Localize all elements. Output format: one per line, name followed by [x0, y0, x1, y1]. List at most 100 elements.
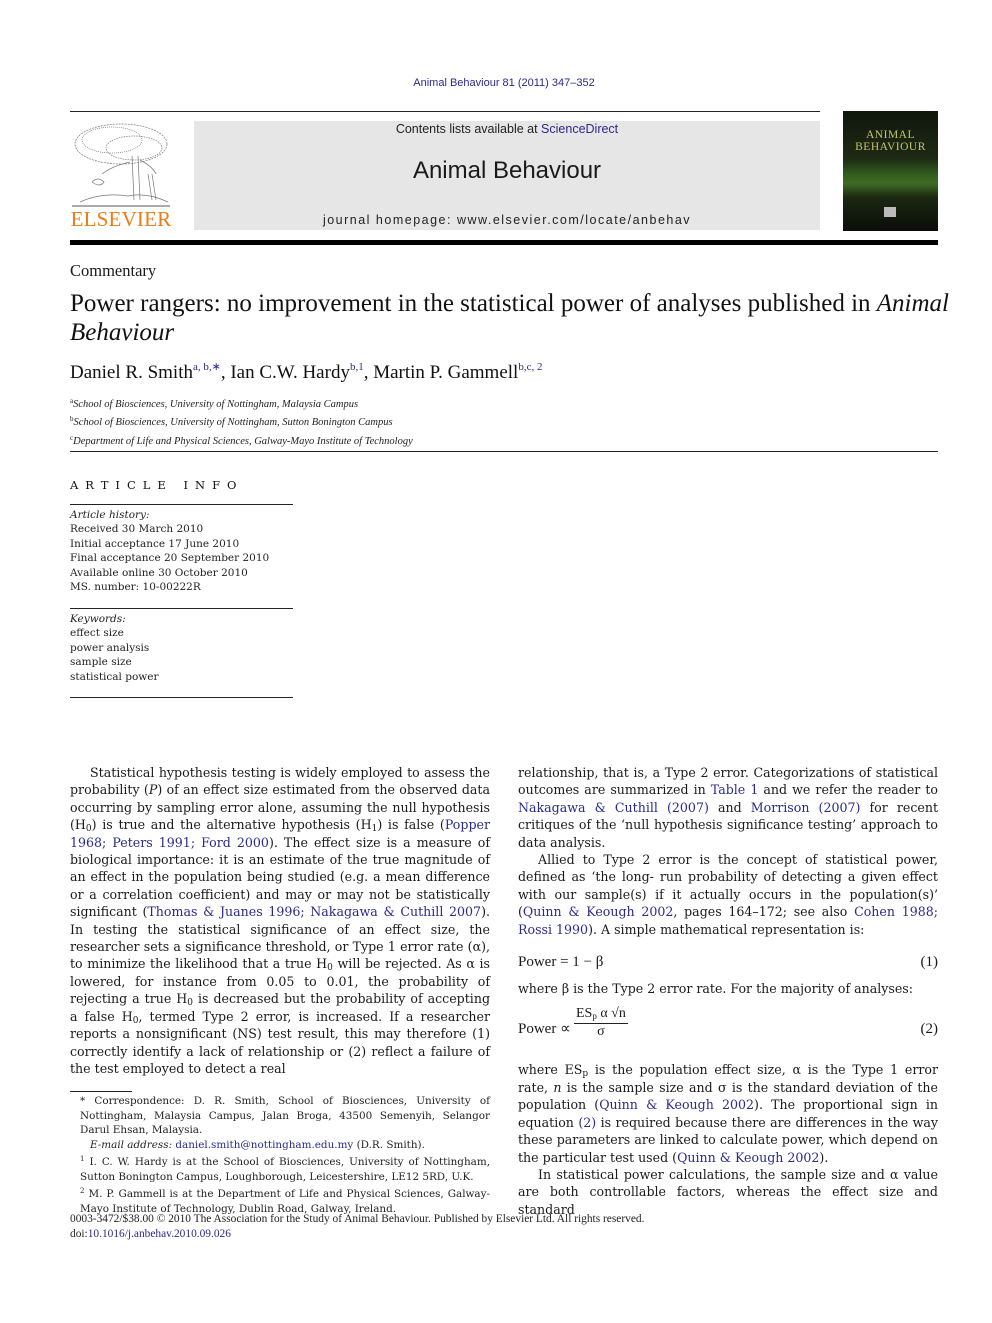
doi-label: doi:: [70, 1228, 88, 1240]
reference-link[interactable]: Morrison (2007): [751, 800, 861, 815]
equation-2: Power ∝ ESp α √n σ (2): [518, 1005, 938, 1061]
text: ) is false (: [377, 817, 445, 833]
text: ). A simple mathematical representation …: [588, 921, 865, 937]
footnote-mark: 2: [80, 1187, 85, 1195]
header-rule: [70, 111, 820, 112]
history-item: Available online 30 October 2010: [70, 566, 248, 579]
text: and we refer the reader to: [758, 782, 938, 798]
sciencedirect-link[interactable]: ScienceDirect: [541, 122, 618, 136]
copyright-footer: 0003-3472/$38.00 © 2010 The Association …: [70, 1212, 644, 1242]
author-affil-link[interactable]: b,1: [350, 361, 364, 373]
email-link[interactable]: daniel.smith@nottingham.edu.my: [175, 1139, 353, 1151]
article-info-rule: [70, 504, 293, 505]
affiliation-list: aSchool of Biosciences, University of No…: [70, 394, 413, 449]
keyword-item: statistical power: [70, 670, 159, 683]
body-paragraph: Statistical hypothesis testing is widely…: [70, 764, 490, 1077]
equation-number: (1): [920, 954, 939, 971]
elsevier-logo[interactable]: ELSEVIER: [70, 120, 172, 232]
article-info-rule: [70, 697, 293, 698]
cover-publisher-mark-icon: [884, 207, 896, 217]
text: , pages 164–172; see also: [673, 904, 855, 920]
body-paragraph: In statistical power calculations, the s…: [518, 1166, 938, 1217]
author-affil-link[interactable]: b,c, 2: [518, 361, 542, 373]
affiliation-text: School of Biosciences, University of Not…: [73, 417, 393, 429]
footnote-rule: [70, 1091, 132, 1092]
reference-link[interactable]: Quinn & Keough 2002: [523, 904, 673, 919]
section-divider: [70, 451, 938, 452]
cover-title-line2: BEHAVIOUR: [855, 141, 926, 153]
affiliation-item: cDepartment of Life and Physical Science…: [70, 431, 413, 449]
footnote-text: I. C. W. Hardy is at the School of Biosc…: [80, 1156, 491, 1183]
history-label: Article history:: [70, 509, 150, 521]
article-info-heading: ARTICLE INFO: [70, 478, 244, 492]
journal-homepage-link[interactable]: journal homepage: www.elsevier.com/locat…: [194, 213, 820, 227]
reference-link[interactable]: Quinn & Keough 2002: [677, 1150, 819, 1165]
doi-line: doi:10.1016/j.anbehav.2010.09.026: [70, 1227, 644, 1242]
body-paragraph: where ESp is the population effect size,…: [518, 1061, 938, 1165]
equation-fraction: ESp α √n σ: [574, 1005, 628, 1040]
text: ) is true and the alternative hypothesis…: [91, 817, 372, 833]
text: α √n: [596, 1006, 626, 1022]
equation-number: (2): [920, 1021, 939, 1038]
keyword-item: effect size: [70, 627, 124, 640]
equation-link[interactable]: (2): [578, 1115, 596, 1130]
author-sep: ,: [220, 362, 231, 383]
author-list: Daniel R. Smitha, b,∗, Ian C.W. Hardyb,1…: [70, 360, 542, 384]
keywords: Keywords: effect size power analysis sam…: [70, 612, 159, 684]
body-paragraph: Allied to Type 2 error is the concept of…: [518, 851, 938, 938]
header-thick-rule: [70, 240, 938, 245]
equation-body: Power = 1 − β: [518, 954, 604, 971]
affiliation-text: Department of Life and Physical Sciences…: [73, 435, 413, 447]
copyright-text: 0003-3472/$38.00 © 2010 The Association …: [70, 1213, 645, 1225]
affiliation-text: School of Biosciences, University of Not…: [73, 399, 359, 410]
author-affil-link[interactable]: a, b,∗: [193, 361, 221, 373]
tree-icon: [72, 123, 170, 207]
footnote-mark: 1: [80, 1155, 85, 1163]
keywords-label: Keywords:: [70, 613, 126, 625]
fraction-denominator: σ: [597, 1024, 605, 1040]
footnote-text: Correspondence: D. R. Smith, School of B…: [80, 1095, 490, 1136]
journal-banner: Contents lists available at ScienceDirec…: [194, 121, 820, 230]
text: ).: [819, 1149, 829, 1165]
journal-citation-link[interactable]: Animal Behaviour 81 (2011) 347–352: [0, 77, 992, 89]
equation-lhs: Power ∝: [518, 1021, 571, 1038]
email-suffix: (D.R. Smith).: [353, 1138, 425, 1151]
reference-link[interactable]: Thomas & Juanes 1996; Nakagawa & Cuthill…: [147, 904, 481, 919]
fraction-numerator: ESp α √n: [574, 1005, 628, 1025]
footnote-email: E-mail address: daniel.smith@nottingham.…: [70, 1138, 490, 1153]
author-name[interactable]: Daniel R. Smith: [70, 362, 193, 383]
body-left-column: Statistical hypothesis testing is widely…: [70, 764, 490, 1077]
keyword-item: sample size: [70, 656, 132, 669]
footnote-mark: *: [80, 1095, 86, 1107]
history-item: MS. number: 10-00222R: [70, 581, 201, 594]
cover-title-line1: ANIMAL: [866, 129, 915, 141]
footnote-1: 1 I. C. W. Hardy is at the School of Bio…: [70, 1152, 490, 1184]
author-name[interactable]: Ian C.W. Hardy: [230, 362, 350, 383]
affiliation-item: bSchool of Biosciences, University of No…: [70, 412, 413, 430]
author-name[interactable]: Martin P. Gammell: [373, 362, 518, 383]
keyword-item: power analysis: [70, 641, 150, 654]
journal-cover-image[interactable]: ANIMAL BEHAVIOUR: [843, 111, 938, 231]
article-title: Power rangers: no improvement in the sta…: [70, 289, 950, 347]
article-info-rule: [70, 608, 293, 609]
affiliation-item: aSchool of Biosciences, University of No…: [70, 394, 413, 412]
title-main: Power rangers: no improvement in the sta…: [70, 290, 877, 317]
article-history: Article history: Received 30 March 2010 …: [70, 508, 269, 594]
footnote-text: M. P. Gammell is at the Department of Li…: [80, 1188, 490, 1215]
text: where ES: [518, 1062, 583, 1078]
equation-1: Power = 1 − β (1): [518, 950, 938, 978]
cover-title: ANIMAL BEHAVIOUR: [843, 129, 938, 153]
doi-link[interactable]: 10.1016/j.anbehav.2010.09.026: [88, 1228, 231, 1240]
body-paragraph: where β is the Type 2 error rate. For th…: [518, 981, 914, 997]
history-item: Received 30 March 2010: [70, 523, 204, 536]
reference-link[interactable]: Quinn & Keough 2002: [599, 1097, 754, 1112]
body-right-column: Table 1relationship, that is, a Type 2 e…: [518, 764, 938, 1218]
body-paragraph: Table 1relationship, that is, a Type 2 e…: [518, 764, 938, 851]
reference-link[interactable]: Nakagawa & Cuthill (2007): [518, 800, 709, 815]
journal-title: Animal Behaviour: [412, 157, 602, 184]
footnote-correspondence: * Correspondence: D. R. Smith, School of…: [70, 1094, 490, 1138]
elsevier-wordmark: ELSEVIER: [70, 207, 172, 231]
table-link[interactable]: Table 1: [711, 782, 759, 797]
contents-prefix: Contents lists available at: [395, 122, 542, 136]
text: and: [708, 799, 751, 815]
